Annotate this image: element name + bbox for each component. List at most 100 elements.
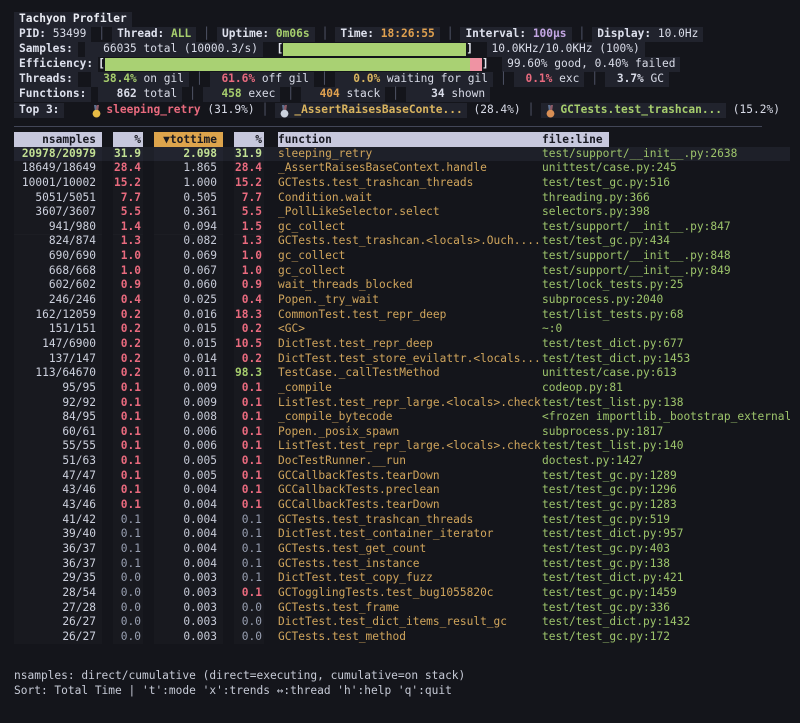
uptime-label: Uptime: <box>222 27 269 42</box>
cell-pct-cumulative: 0.0 <box>234 630 264 645</box>
thread-segment[interactable]: Thread: ALL <box>112 27 196 42</box>
top3-item-3[interactable]: GCTests.test_trashcan... (15.2%) <box>541 103 780 118</box>
cell-pct-direct: 0.1 <box>113 410 143 425</box>
table-row[interactable]: 36/370.10.0040.1GCTests.test_instancetes… <box>14 557 790 572</box>
cell-fileline: test/support/__init__.py:848 <box>542 249 790 264</box>
column-header-nsamples[interactable]: nsamples <box>14 132 102 147</box>
table-row[interactable]: 95/950.10.0090.1_compilecodeop.py:81 <box>14 381 790 396</box>
cell-pct-cumulative: 0.1 <box>234 557 264 572</box>
table-row[interactable]: 941/9801.40.0941.5gc_collecttest/support… <box>14 220 790 235</box>
divider: │ <box>280 87 301 102</box>
cell-function: gc_collect <box>278 249 542 264</box>
table-row[interactable]: 55/550.10.0060.1ListTest.test_repr_large… <box>14 439 790 454</box>
samples-value: 66035 total (10000.3/s) <box>85 42 263 57</box>
cell-tottime: 0.003 <box>154 586 223 601</box>
cell-nsamples: 43/46 <box>14 483 102 498</box>
column-header-function[interactable]: function <box>278 132 542 148</box>
table-row[interactable]: 29/350.00.0030.1DictTest.test_copy_fuzzt… <box>14 571 790 586</box>
cell-tottime: 0.009 <box>154 381 223 396</box>
column-header-pct-cumulative[interactable]: % <box>234 132 264 147</box>
cell-pct-cumulative: 0.1 <box>234 586 264 601</box>
table-row[interactable]: 26/270.00.0030.0GCTests.test_methodtest/… <box>14 630 790 645</box>
samples-rate: 10.0KHz/10.0KHz (100%) <box>487 42 645 57</box>
table-row[interactable]: 824/8741.30.0821.3GCTests.test_trashcan.… <box>14 234 790 249</box>
table-row[interactable]: 246/2460.40.0250.4Popen._try_waitsubproc… <box>14 293 790 308</box>
table-row[interactable]: 690/6901.00.0691.0gc_collecttest/support… <box>14 249 790 264</box>
threads-off-gil: 61.6% off gil <box>210 72 314 87</box>
cell-function: DictTest.test_store_evilattr.<locals... <box>278 352 542 367</box>
table-row[interactable]: 26/270.00.0030.0DictTest.test_dict_items… <box>14 615 790 630</box>
table-row[interactable]: 113/646700.20.01198.3TestCase._callTestM… <box>14 366 790 381</box>
cell-pct-cumulative: 28.4 <box>234 161 264 176</box>
table-row[interactable]: 51/630.10.0050.1DocTestRunner.__rundocte… <box>14 454 790 469</box>
table-row[interactable]: 3607/36075.50.3615.5_PollLikeSelector.se… <box>14 205 790 220</box>
top3-item-1[interactable]: sleeping_retry (31.9%) <box>91 103 254 118</box>
functions-total-count: 862 <box>103 87 137 102</box>
column-header-pct-direct[interactable]: % <box>113 132 143 147</box>
cell-nsamples: 28/54 <box>14 586 102 601</box>
separator-line <box>14 126 762 127</box>
table-row[interactable]: 18649/1864928.41.86528.4_AssertRaisesBas… <box>14 161 790 176</box>
table-row[interactable]: 5051/50517.70.5057.7Condition.waitthread… <box>14 191 790 206</box>
table-row[interactable]: 151/1510.20.0150.2<GC>~:0 <box>14 322 790 337</box>
samples-label: Samples: <box>14 42 78 57</box>
cell-fileline: test/test_gc.py:434 <box>542 234 790 249</box>
table-row[interactable]: 43/460.10.0040.1GCCallbackTests.preclean… <box>14 483 790 498</box>
table-row[interactable]: 41/420.10.0040.1GCTests.test_trashcan_th… <box>14 513 790 528</box>
cell-nsamples: 47/47 <box>14 469 102 484</box>
cell-function: GCTests.test_trashcan.<locals>.Ouch.... <box>278 234 542 249</box>
table-row[interactable]: 147/69000.20.01510.5DictTest.test_repr_d… <box>14 337 790 352</box>
cell-pct-direct: 0.1 <box>113 469 143 484</box>
table-row[interactable]: 10001/1000215.21.00015.2GCTests.test_tra… <box>14 176 790 191</box>
cell-fileline: subprocess.py:1817 <box>542 425 790 440</box>
cell-tottime: 0.094 <box>154 220 223 235</box>
table-row[interactable]: 92/920.10.0090.1ListTest.test_repr_large… <box>14 396 790 411</box>
top3-item-2[interactable]: _AssertRaisesBaseConte... (28.4%) <box>275 103 520 118</box>
functions-exec: 458 exec <box>203 87 280 102</box>
cell-function: <GC> <box>278 322 542 337</box>
thread-label: Thread: <box>117 27 164 42</box>
cell-pct-direct: 0.2 <box>113 337 143 352</box>
table-row[interactable]: 137/1470.20.0140.2DictTest.test_store_ev… <box>14 352 790 367</box>
table-row[interactable]: 84/950.10.0080.1_compile_bytecode<frozen… <box>14 410 790 425</box>
footer-keybindings: Sort: Total Time | 't':mode 'x':trends ↔… <box>14 683 790 698</box>
cell-fileline: ~:0 <box>542 322 790 337</box>
cell-tottime: 0.006 <box>154 425 223 440</box>
table-row[interactable]: 43/460.10.0040.1GCCallbackTests.tearDown… <box>14 498 790 513</box>
cell-pct-cumulative: 15.2 <box>234 176 264 191</box>
cell-pct-direct: 31.9 <box>113 147 143 162</box>
divider: │ <box>189 72 210 87</box>
column-header-tottime-sorted[interactable]: ▼tottime <box>154 132 223 147</box>
cell-fileline: test/lock_tests.py:25 <box>542 278 790 293</box>
title-line: Tachyon Profiler <box>14 12 790 27</box>
cell-function: Condition.wait <box>278 191 542 206</box>
cell-pct-direct: 0.1 <box>113 454 143 469</box>
table-row[interactable]: 39/400.10.0040.1DictTest.test_container_… <box>14 527 790 542</box>
cell-fileline: test/test_gc.py:1296 <box>542 483 790 498</box>
cell-pct-direct: 1.0 <box>113 249 143 264</box>
display-label: Display: <box>597 27 651 42</box>
uptime-value: 0m06s <box>276 27 310 42</box>
table-row[interactable]: 60/610.10.0060.1Popen._posix_spawnsubpro… <box>14 425 790 440</box>
table-row[interactable]: 27/280.00.0030.0GCTests.test_frametest/t… <box>14 601 790 616</box>
cell-pct-direct: 0.1 <box>113 542 143 557</box>
table-row[interactable]: 36/370.10.0040.1GCTests.test_get_countte… <box>14 542 790 557</box>
cell-pct-cumulative: 31.9 <box>234 147 264 162</box>
table-row[interactable]: 602/6020.90.0600.9wait_threads_blockedte… <box>14 278 790 293</box>
cell-tottime: 0.004 <box>154 542 223 557</box>
cell-pct-direct: 1.4 <box>113 220 143 235</box>
cell-fileline: test/support/__init__.py:849 <box>542 264 790 279</box>
table-row[interactable]: 668/6681.00.0671.0gc_collecttest/support… <box>14 264 790 279</box>
cell-pct-cumulative: 7.7 <box>234 191 264 206</box>
table-row[interactable]: 20978/2097931.92.09831.9sleeping_retryte… <box>14 147 790 162</box>
table-row[interactable]: 28/540.00.0030.1GCTogglingTests.test_bug… <box>14 586 790 601</box>
column-header-fileline[interactable]: file:line <box>542 132 790 148</box>
cell-pct-cumulative: 0.1 <box>234 542 264 557</box>
table-row[interactable]: 162/120590.20.01618.3CommonTest.test_rep… <box>14 308 790 323</box>
table-body: 20978/2097931.92.09831.9sleeping_retryte… <box>14 147 790 645</box>
cell-tottime: 1.865 <box>154 161 223 176</box>
cell-pct-direct: 0.0 <box>113 615 143 630</box>
table-row[interactable]: 47/470.10.0050.1GCCallbackTests.tearDown… <box>14 469 790 484</box>
functions-line: Functions: 862 total │ 458 exec │ 404 st… <box>14 87 790 102</box>
cell-function: GCTests.test_get_count <box>278 542 542 557</box>
